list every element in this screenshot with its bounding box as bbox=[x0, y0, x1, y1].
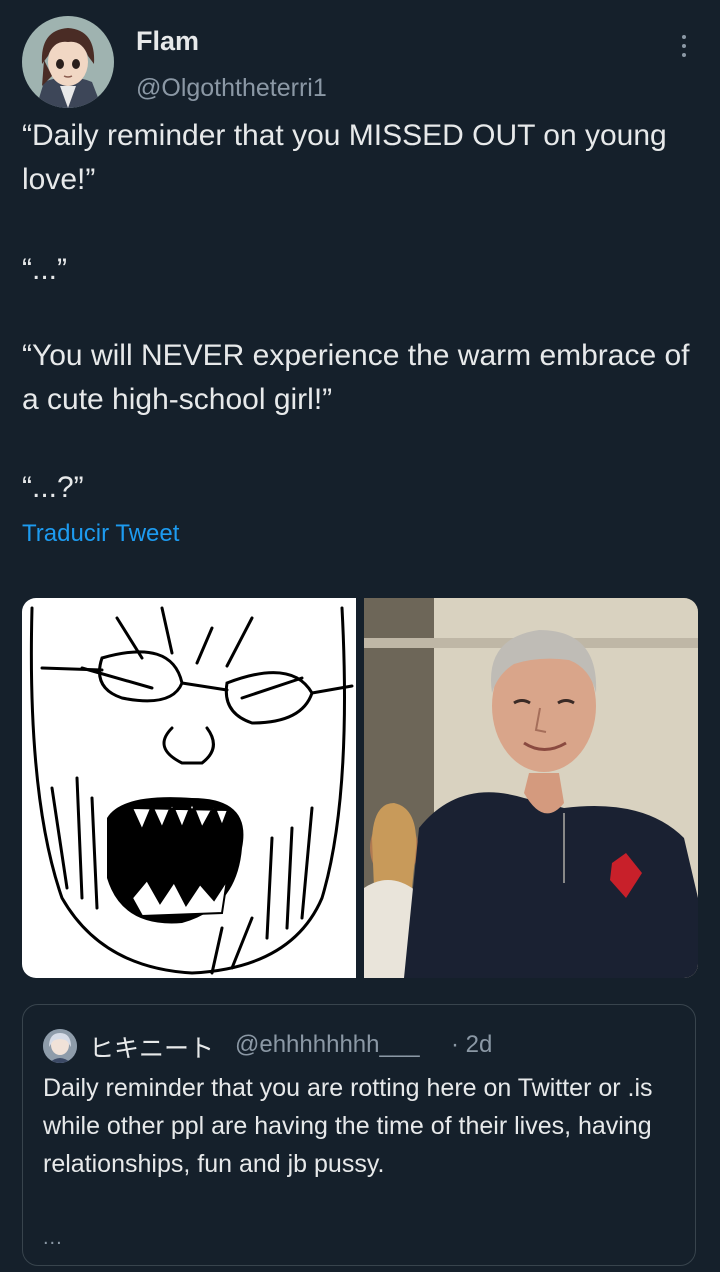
tweet-media[interactable] bbox=[22, 598, 698, 978]
author-avatar[interactable] bbox=[22, 16, 114, 108]
translate-link[interactable]: Traducir Tweet bbox=[22, 520, 179, 548]
quoted-timestamp[interactable]: · 2d bbox=[451, 1031, 492, 1059]
author-handle[interactable]: @Olgoththeterri1 bbox=[136, 74, 327, 103]
tweet-paragraph: “...?” bbox=[22, 471, 84, 504]
tweet-paragraph: “You will NEVER experience the warm embr… bbox=[22, 339, 698, 416]
tweet-paragraph: “...” bbox=[22, 253, 67, 286]
soyjak-drawing-image[interactable] bbox=[22, 598, 356, 978]
quoted-tweet-text: Daily reminder that you are rotting here… bbox=[43, 1074, 653, 1178]
quoted-more-indicator: ... bbox=[43, 1227, 63, 1249]
anime-avatar-small-image bbox=[43, 1029, 77, 1063]
more-vertical-icon[interactable] bbox=[670, 28, 698, 64]
quoted-tweet[interactable]: ヒキニート @ehhhhhhhh___ · 2d Daily reminder … bbox=[22, 1004, 696, 1266]
quoted-author-handle[interactable]: @ehhhhhhhh___ bbox=[235, 1031, 420, 1059]
man-photo-image[interactable] bbox=[364, 598, 698, 978]
quoted-author-name[interactable]: ヒキニート bbox=[89, 1029, 214, 1065]
quoted-author-avatar[interactable] bbox=[43, 1029, 77, 1063]
author-name[interactable]: Flam bbox=[136, 26, 199, 57]
anime-avatar-image bbox=[22, 16, 114, 108]
tweet-paragraph: “Daily reminder that you MISSED OUT on y… bbox=[22, 119, 676, 196]
